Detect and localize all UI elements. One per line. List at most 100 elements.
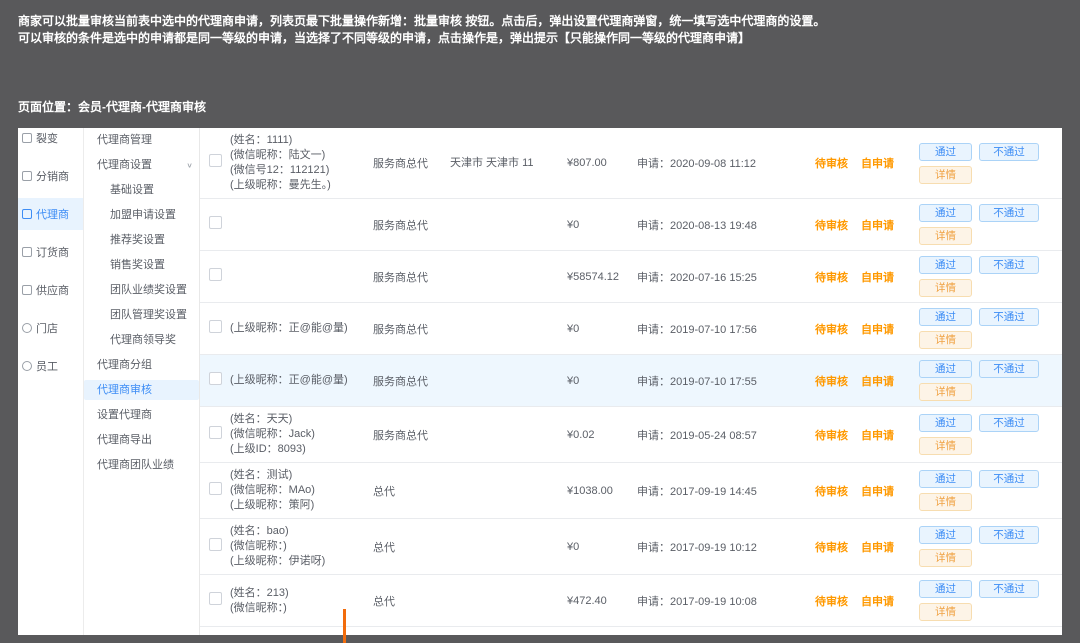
reject-button[interactable]: 不通过 <box>979 308 1039 326</box>
submenu-item-label: 代理商导出 <box>97 433 152 447</box>
action-buttons-row: 通过不通过 <box>919 204 1062 222</box>
amount-cell: ¥0 <box>567 375 637 387</box>
submenu-item-label: 销售奖设置 <box>110 258 165 272</box>
detail-button[interactable]: 详情 <box>919 383 972 401</box>
submenu-item-2[interactable]: 代理商设置∨ <box>84 155 199 175</box>
table-row: 服务商总代¥58574.12申请：2020-07-16 15:25待审核自申请通… <box>200 251 1062 303</box>
submenu-item-8[interactable]: 团队管理奖设置 <box>84 305 199 325</box>
status-badge: 待审核 <box>815 373 861 389</box>
reject-button[interactable]: 不通过 <box>979 256 1039 274</box>
apply-time-cell: 申请：2020-07-16 15:25 <box>637 269 815 285</box>
checkbox-cell <box>200 482 230 500</box>
approve-button[interactable]: 通过 <box>919 308 972 326</box>
amount-cell: ¥0 <box>567 541 637 553</box>
apply-type-badge: 自申请 <box>861 321 919 337</box>
sidebar-item-6[interactable]: 门店 <box>18 312 83 344</box>
status-badge: 待审核 <box>815 155 861 171</box>
submenu-item-9[interactable]: 代理商领导奖 <box>84 330 199 350</box>
sidebar-item-5[interactable]: 供应商 <box>18 274 83 306</box>
action-buttons-row: 通过不通过 <box>919 470 1062 488</box>
row-checkbox[interactable] <box>209 268 222 281</box>
submenu-item-label: 推荐奖设置 <box>110 233 165 247</box>
agent-level-cell: 服务商总代 <box>373 373 450 389</box>
row-checkbox[interactable] <box>209 320 222 333</box>
detail-button[interactable]: 详情 <box>919 279 972 297</box>
reject-button[interactable]: 不通过 <box>979 470 1039 488</box>
apply-type-badge: 自申请 <box>861 483 919 499</box>
sidebar-item-3[interactable]: 代理商 <box>18 198 83 230</box>
chevron-down-icon: ∨ <box>186 159 193 170</box>
agent-info-line: (姓名：天天) <box>230 412 373 427</box>
approve-button[interactable]: 通过 <box>919 256 972 274</box>
reject-button[interactable]: 不通过 <box>979 360 1039 378</box>
approve-button[interactable]: 通过 <box>919 143 972 161</box>
submenu-item-6[interactable]: 销售奖设置 <box>84 255 199 275</box>
reject-button[interactable]: 不通过 <box>979 580 1039 598</box>
submenu-item-label: 基础设置 <box>110 183 154 197</box>
agent-info-cell: (姓名：1111)(微信昵称：陆文一)(微信号12：112121)(上级昵称：曼… <box>230 133 373 193</box>
approve-button[interactable]: 通过 <box>919 580 972 598</box>
agent-info-line: (微信号12：112121) <box>230 163 373 178</box>
reject-button[interactable]: 不通过 <box>979 526 1039 544</box>
actions-cell: 通过不通过详情 <box>919 308 1062 349</box>
row-checkbox[interactable] <box>209 372 222 385</box>
agent-level-cell: 总代 <box>373 539 450 555</box>
sidebar-item-7[interactable]: 员工 <box>18 350 83 382</box>
submenu-item-label: 团队管理奖设置 <box>110 308 187 322</box>
row-checkbox[interactable] <box>209 482 222 495</box>
submenu-item-7[interactable]: 团队业绩奖设置 <box>84 280 199 300</box>
agent-info-cell: (上级昵称：正@能@量) <box>230 321 373 336</box>
detail-button[interactable]: 详情 <box>919 166 972 184</box>
orderer-icon <box>22 247 32 257</box>
agent-icon <box>22 209 32 219</box>
agent-info-line: (微信昵称：MAo) <box>230 483 373 498</box>
row-checkbox[interactable] <box>209 426 222 439</box>
detail-button[interactable]: 详情 <box>919 437 972 455</box>
submenu-item-4[interactable]: 加盟申请设置 <box>84 205 199 225</box>
approve-button[interactable]: 通过 <box>919 204 972 222</box>
approve-button[interactable]: 通过 <box>919 526 972 544</box>
action-buttons-row: 通过不通过 <box>919 143 1062 161</box>
actions-cell: 通过不通过详情 <box>919 143 1062 184</box>
submenu-item-3[interactable]: 基础设置 <box>84 180 199 200</box>
agent-level-cell: 服务商总代 <box>373 217 450 233</box>
submenu-item-11[interactable]: 代理商审核 <box>84 380 199 400</box>
checkbox-cell <box>200 320 230 338</box>
approve-button[interactable]: 通过 <box>919 360 972 378</box>
row-checkbox[interactable] <box>209 154 222 167</box>
sidebar-item-label: 订货商 <box>36 244 69 260</box>
detail-button[interactable]: 详情 <box>919 549 972 567</box>
approve-button[interactable]: 通过 <box>919 470 972 488</box>
submenu-item-10[interactable]: 代理商分组 <box>84 355 199 375</box>
detail-button[interactable]: 详情 <box>919 227 972 245</box>
submenu-item-12[interactable]: 设置代理商 <box>84 405 199 425</box>
row-checkbox[interactable] <box>209 592 222 605</box>
sidebar-item-4[interactable]: 订货商 <box>18 236 83 268</box>
submenu-item-14[interactable]: 代理商团队业绩 <box>84 455 199 475</box>
reject-button[interactable]: 不通过 <box>979 414 1039 432</box>
detail-button[interactable]: 详情 <box>919 603 972 621</box>
table-row: (姓名：天天)(微信昵称：Jack)(上级ID：8093)服务商总代¥0.02申… <box>200 407 1062 463</box>
reject-button[interactable]: 不通过 <box>979 204 1039 222</box>
submenu-item-13[interactable]: 代理商导出 <box>84 430 199 450</box>
approve-button[interactable]: 通过 <box>919 414 972 432</box>
amount-cell: ¥1038.00 <box>567 485 637 497</box>
agent-info-line: (姓名：bao) <box>230 524 373 539</box>
action-buttons-row: 通过不通过 <box>919 360 1062 378</box>
row-checkbox[interactable] <box>209 216 222 229</box>
sidebar-item-1[interactable]: 裂变 <box>18 128 83 154</box>
row-checkbox[interactable] <box>209 538 222 551</box>
table-row: (姓名：测试)(微信昵称：MAo)(上级昵称：策阿)总代¥1038.00申请：2… <box>200 463 1062 519</box>
detail-button[interactable]: 详情 <box>919 331 972 349</box>
reject-button[interactable]: 不通过 <box>979 143 1039 161</box>
submenu-item-label: 代理商管理 <box>97 133 152 147</box>
submenu-item-1[interactable]: 代理商管理 <box>84 130 199 150</box>
detail-button[interactable]: 详情 <box>919 493 972 511</box>
agent-info-cell: (上级昵称：正@能@量) <box>230 373 373 388</box>
store-icon <box>22 323 32 333</box>
submenu-item-5[interactable]: 推荐奖设置 <box>84 230 199 250</box>
sidebar-item-2[interactable]: 分销商 <box>18 160 83 192</box>
actions-cell: 通过不通过详情 <box>919 470 1062 511</box>
action-buttons-row: 通过不通过 <box>919 580 1062 598</box>
fission-icon <box>22 133 32 143</box>
